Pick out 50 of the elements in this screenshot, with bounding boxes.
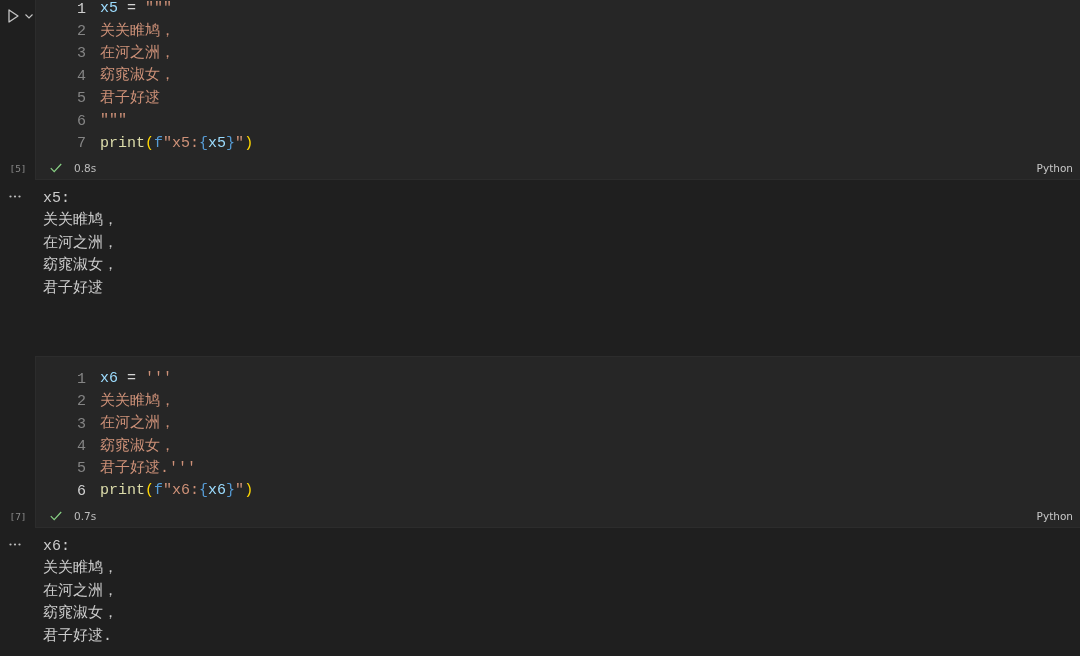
code-line: 在河之洲， [100, 43, 175, 64]
output-line: x5: [43, 188, 70, 209]
run-icon [8, 9, 19, 23]
line-number: 7 [77, 135, 86, 153]
code-line: 君子好逑 [100, 88, 160, 109]
code-line: 窈窕淑女， [100, 436, 175, 457]
execution-count: [7] [9, 509, 27, 524]
line-number: 6 [77, 482, 86, 500]
chevron-down-icon [24, 13, 33, 19]
output-line: 君子好逑 [43, 278, 103, 299]
output-line: x6: [43, 536, 70, 557]
execution-time: 0.8s [74, 161, 97, 174]
execution-time: 0.7s [74, 509, 97, 522]
code-line: x5 = """ [100, 0, 173, 20]
output-line: 窈窕淑女， [43, 603, 118, 625]
line-number: 1 [77, 0, 86, 18]
line-number: 4 [77, 67, 86, 85]
line-number: 1 [77, 370, 86, 388]
code-line: """ [100, 111, 127, 132]
run-button[interactable] [7, 8, 20, 24]
ellipsis-icon[interactable] [9, 542, 21, 546]
language-button[interactable]: Python [1035, 509, 1074, 522]
line-number: 5 [77, 90, 86, 108]
line-number: 4 [77, 438, 86, 456]
code-line: print(f"x5:{x5}") [100, 133, 254, 154]
language-button[interactable]: Python [1035, 161, 1074, 174]
code-cell[interactable]: 1 x6 = ''' 2 关关睢鸠， 3 在河之洲， 4 窈窕淑女， 5 君子好逑.''' 6 print(f"x6:{x6}") 0.7s Python [35, 356, 1080, 528]
run-options-button[interactable] [24, 12, 33, 20]
line-number: 2 [77, 393, 86, 411]
code-line: 君子好逑.''' [100, 458, 196, 479]
code-line: 关关睢鸠， [100, 21, 175, 42]
line-number: 5 [77, 460, 86, 478]
output-line: 在河之洲， [43, 581, 118, 602]
line-number: 6 [77, 112, 86, 130]
output-line: 君子好逑. [43, 626, 112, 647]
output-line: 窈窕淑女， [43, 255, 118, 277]
output-line: 关关睢鸠， [43, 558, 118, 580]
output-line: 关关睢鸠， [43, 210, 118, 232]
code-line: print(f"x6:{x6}") [100, 481, 254, 502]
code-line: 关关睢鸠， [100, 391, 175, 412]
code-line: 在河之洲， [100, 413, 175, 435]
code-cell[interactable]: 1 x5 = """ 2 关关睢鸠， 3 在河之洲， 4 窈窕淑女， 5 君子好逑 6 """ 7 print(f"x5:{x5}") 0.8s Python [35, 0, 1080, 180]
code-line: 窈窕淑女， [100, 65, 175, 87]
ellipsis-icon[interactable] [9, 194, 21, 198]
output-line: 在河之洲， [43, 233, 118, 254]
code-line: x6 = ''' [100, 369, 173, 390]
line-number: 3 [77, 45, 86, 63]
line-number: 2 [77, 23, 86, 41]
execution-count: [5] [9, 161, 27, 176]
line-number: 3 [77, 415, 86, 433]
